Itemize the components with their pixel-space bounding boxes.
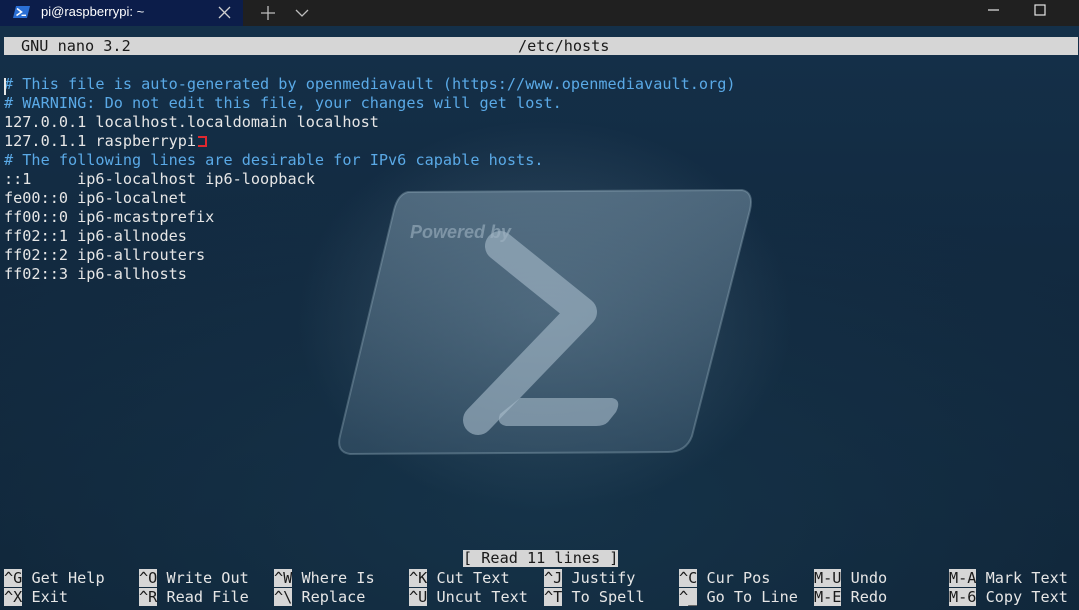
file-line-5[interactable]: # The following lines are desirable for … [4,151,543,170]
title-bar: pi@raspberrypi: ~ [0,0,1079,26]
shortcut-key: ^_ [679,588,698,606]
shortcut-uncut-text[interactable]: ^U Uncut Text [409,588,528,607]
shortcut-copy-text[interactable]: M-6 Copy Text [949,588,1068,607]
shortcut-where-is[interactable]: ^W Where Is [274,569,375,588]
shortcut-key: ^W [274,569,293,587]
shortcut-label: Go To Line [697,588,798,606]
shortcut-key: M-U [814,569,842,587]
shortcut-label: Write Out [157,569,249,587]
shortcut-key: M-E [814,588,842,606]
shortcut-key: ^G [4,569,23,587]
shortcut-exit[interactable]: ^X Exit [4,588,68,607]
selection-marker [198,136,208,147]
text-cursor [4,78,6,95]
maximize-icon[interactable] [1027,2,1053,22]
file-line-1[interactable]: # This file is auto-generated by openmed… [4,75,736,94]
shortcut-label: To Spell [562,588,645,606]
shortcut-key: ^T [544,588,563,606]
file-line-10[interactable]: ff02::2 ip6-allrouters [4,246,205,265]
shortcut-label: Exit [22,588,69,606]
shortcut-label: Replace [292,588,366,606]
shortcut-get-help[interactable]: ^G Get Help [4,569,105,588]
file-line-6[interactable]: ::1 ip6-localhost ip6-loopback [4,170,315,189]
minimize-icon[interactable] [981,4,1007,22]
shortcut-label: Justify [562,569,636,587]
shortcut-key: ^U [409,588,428,606]
shortcut-label: Cut Text [427,569,510,587]
watermark-text: Powered by [410,222,512,242]
shortcut-write-out[interactable]: ^O Write Out [139,569,249,588]
shortcut-label: Undo [841,569,888,587]
shortcut-go-to-line[interactable]: ^_ Go To Line [679,588,798,607]
shortcut-label: Read File [157,588,249,606]
close-tab-icon[interactable] [217,5,232,20]
file-line-4-text: 127.0.1.1 raspberrypi [4,132,197,150]
powershell-icon [13,6,30,18]
status-message: [ Read 11 lines ] [463,549,619,567]
file-line-4[interactable]: 127.0.1.1 raspberrypi [4,132,208,151]
file-line-7[interactable]: fe00::0 ip6-localnet [4,189,187,208]
shortcut-key: ^X [4,588,23,606]
shortcut-mark-text[interactable]: M-A Mark Text [949,569,1068,588]
shortcut-undo[interactable]: M-U Undo [814,569,887,588]
tab-title: pi@raspberrypi: ~ [41,4,145,19]
nano-version: GNU nano 3.2 [21,37,131,55]
shortcut-label: Cur Pos [697,569,771,587]
shortcut-label: Redo [841,588,888,606]
file-line-8[interactable]: ff00::0 ip6-mcastprefix [4,208,214,227]
shortcut-label: Copy Text [976,588,1068,606]
terminal-area[interactable]: Powered by GNU nano 3.2 /etc/hosts # Thi… [0,26,1079,610]
shortcut-cur-pos[interactable]: ^C Cur Pos [679,569,770,588]
shortcut-key: ^\ [274,588,293,606]
nano-header-bar: GNU nano 3.2 /etc/hosts [4,37,1078,55]
shortcut-key: ^O [139,569,158,587]
file-line-9[interactable]: ff02::1 ip6-allnodes [4,227,187,246]
chevron-down-icon[interactable] [292,4,312,22]
shortcut-key: ^C [679,569,698,587]
shortcut-key: ^K [409,569,428,587]
shortcut-key: M-A [949,569,977,587]
powershell-watermark: Powered by [338,188,752,456]
shortcut-key: ^J [544,569,563,587]
shortcut-key: ^R [139,588,158,606]
shortcut-cut-text[interactable]: ^K Cut Text [409,569,510,588]
shortcut-replace[interactable]: ^\ Replace [274,588,365,607]
file-line-3[interactable]: 127.0.0.1 localhost.localdomain localhos… [4,113,379,132]
shortcut-key: M-6 [949,588,977,606]
shortcut-redo[interactable]: M-E Redo [814,588,887,607]
plus-icon[interactable] [258,3,278,23]
nano-filename: /etc/hosts [518,37,610,55]
shortcut-to-spell[interactable]: ^T To Spell [544,588,645,607]
terminal-tab[interactable]: pi@raspberrypi: ~ [0,0,243,26]
shortcut-label: Get Help [22,569,105,587]
shortcut-label: Uncut Text [427,588,528,606]
shortcut-justify[interactable]: ^J Justify [544,569,635,588]
file-line-11[interactable]: ff02::3 ip6-allhosts [4,265,187,284]
file-line-2[interactable]: # WARNING: Do not edit this file, your c… [4,94,562,113]
shortcut-label: Where Is [292,569,375,587]
shortcut-read-file[interactable]: ^R Read File [139,588,249,607]
shortcut-label: Mark Text [976,569,1068,587]
